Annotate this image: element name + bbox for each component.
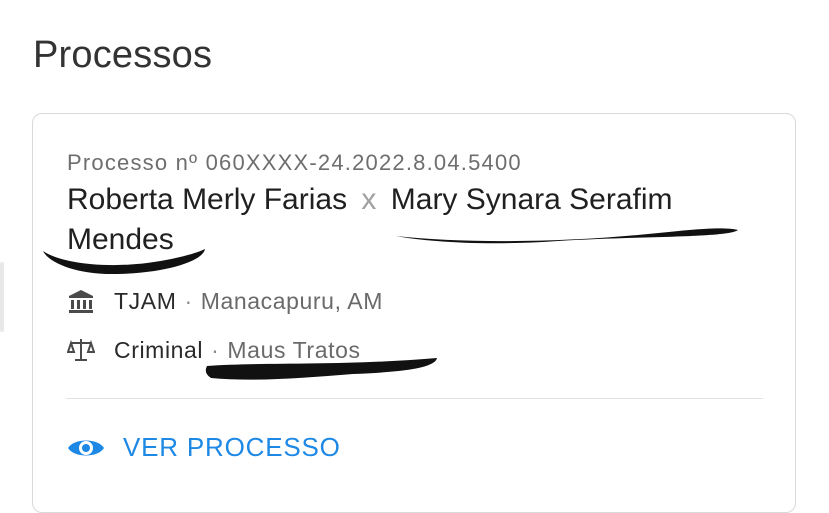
case-number: Processo nº 060XXXX-24.2022.8.04.5400 [67, 150, 522, 175]
divider [66, 398, 763, 399]
process-card: Processo nº 060XXXX-24.2022.8.04.5400 Ro… [32, 113, 796, 513]
area-dot: · [211, 336, 220, 363]
area-row: Criminal · Maus Tratos [67, 336, 361, 364]
court-location: Manacapuru, AM [200, 287, 383, 314]
area-name: Criminal [114, 336, 204, 363]
court-name: TJAM [114, 287, 177, 314]
court-row: TJAM · Manacapuru, AM [67, 287, 383, 315]
court-dot: · [184, 287, 193, 314]
bank-icon [67, 287, 95, 315]
party-a: Roberta Merly Farias [67, 183, 348, 216]
parties: Roberta Merly Farias x Mary Synara Seraf… [67, 180, 747, 260]
party-b-line2: Mendes [67, 223, 174, 256]
eye-icon [67, 433, 105, 463]
view-process-button[interactable]: VER PROCESSO [67, 432, 341, 463]
party-b: Mary Synara Serafim [390, 183, 673, 216]
area-subject: Maus Tratos [227, 336, 361, 363]
view-process-label[interactable]: VER PROCESSO [123, 432, 341, 463]
edge-mark [0, 262, 4, 332]
page-title: Processos [33, 34, 213, 76]
versus-separator: x [361, 183, 377, 216]
scale-icon [67, 336, 95, 364]
